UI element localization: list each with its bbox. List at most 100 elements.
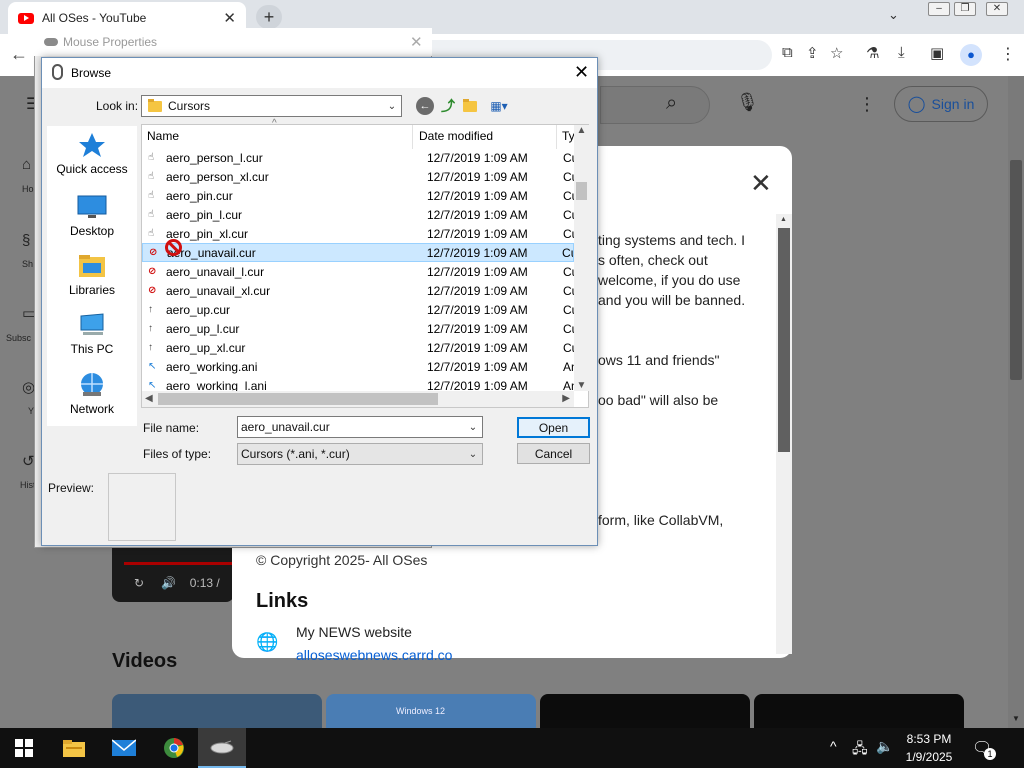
- file-row[interactable]: ↑ aero_up.cur 12/7/2019 1:09 AM Cu: [142, 300, 574, 319]
- places-item-desktop[interactable]: Desktop: [47, 194, 137, 238]
- modal-scrollbar-thumb[interactable]: [778, 228, 790, 452]
- scroll-up-icon[interactable]: ▲: [574, 125, 589, 136]
- sidepanel-icon[interactable]: ▣: [930, 44, 944, 62]
- scroll-left-icon[interactable]: ◀: [145, 393, 153, 404]
- column-header-name[interactable]: Name: [147, 129, 179, 143]
- taskbar-chrome[interactable]: [150, 728, 198, 768]
- link-url[interactable]: alloseswebnews.carrd.co: [296, 647, 452, 663]
- vertical-scrollbar-thumb[interactable]: [576, 182, 587, 200]
- column-header-date-modified[interactable]: Date modified: [419, 129, 493, 143]
- file-type: Cu: [562, 245, 573, 260]
- file-row[interactable]: ☝ aero_person_l.cur 12/7/2019 1:09 AM Cu: [142, 148, 574, 167]
- scroll-right-icon[interactable]: ▶: [562, 393, 570, 404]
- places-item-network[interactable]: Network: [47, 372, 137, 416]
- column-header-type[interactable]: Ty: [562, 129, 574, 143]
- file-type: Cu: [563, 150, 574, 165]
- file-row[interactable]: ⊘ aero_unavail_xl.cur 12/7/2019 1:09 AM Cu: [142, 281, 574, 300]
- column-divider[interactable]: [556, 125, 557, 149]
- page-scroll-down-icon[interactable]: ▼: [1012, 714, 1020, 723]
- file-row[interactable]: ↑ aero_up_l.cur 12/7/2019 1:09 AM Cu: [142, 319, 574, 338]
- modal-description-line: ting systems and tech. I: [598, 232, 746, 248]
- taskbar-mail[interactable]: [100, 728, 148, 768]
- volume-icon[interactable]: 🔊: [161, 576, 176, 590]
- back-arrow-icon[interactable]: ←: [416, 97, 434, 115]
- minimize-button[interactable]: –: [928, 2, 950, 16]
- cast-icon[interactable]: ⧉: [782, 44, 793, 61]
- places-item-libraries[interactable]: Libraries: [47, 253, 137, 297]
- browse-dialog-titlebar[interactable]: [42, 58, 597, 88]
- file-name: aero_up_l.cur: [166, 321, 240, 336]
- video-progress-bar[interactable]: [124, 562, 232, 565]
- taskbar-date[interactable]: 1/9/2025: [904, 750, 954, 764]
- tab-close-icon[interactable]: ✕: [223, 9, 236, 27]
- bookmark-star-icon[interactable]: ☆: [830, 44, 843, 62]
- start-button[interactable]: [0, 728, 48, 768]
- tab-search-chevron-icon[interactable]: ⌄: [888, 7, 899, 23]
- file-list-vertical-scrollbar[interactable]: ▲ ▼: [574, 125, 589, 391]
- places-item-label: Desktop: [69, 224, 115, 238]
- file-type: An: [563, 359, 574, 374]
- video-thumbnail[interactable]: [754, 694, 964, 728]
- chevron-down-icon[interactable]: ⌄: [383, 101, 401, 112]
- open-button[interactable]: Open: [517, 417, 590, 438]
- mouse-properties-close-icon[interactable]: ✕: [410, 33, 423, 51]
- window-close-button[interactable]: ✕: [986, 2, 1008, 16]
- file-row[interactable]: ☝ aero_pin_l.cur 12/7/2019 1:09 AM Cu: [142, 205, 574, 224]
- horizontal-scrollbar-thumb[interactable]: [158, 393, 438, 405]
- look-in-dropdown[interactable]: Cursors ⌄: [141, 95, 402, 117]
- cancel-button[interactable]: Cancel: [517, 443, 590, 464]
- files-of-type-dropdown[interactable]: Cursors (*.ani, *.cur) ⌄: [237, 443, 483, 465]
- video-thumbnail[interactable]: Windows 12: [326, 694, 536, 728]
- column-divider[interactable]: [412, 125, 413, 149]
- taskbar-file-explorer[interactable]: [50, 728, 98, 768]
- modal-close-icon[interactable]: ✕: [750, 168, 772, 199]
- file-row[interactable]: ⊘ aero_unavail_l.cur 12/7/2019 1:09 AM Cu: [142, 262, 574, 281]
- profile-icon[interactable]: ●: [960, 44, 982, 66]
- file-row[interactable]: ↖ aero_working.ani 12/7/2019 1:09 AM An: [142, 357, 574, 376]
- chevron-down-icon[interactable]: ⌄: [464, 422, 482, 433]
- places-item-quick-access[interactable]: Quick access: [47, 132, 137, 176]
- files-of-type-value: Cursors (*.ani, *.cur): [241, 447, 350, 461]
- labs-icon[interactable]: ⚗: [866, 44, 879, 62]
- file-row[interactable]: ☝ aero_pin.cur 12/7/2019 1:09 AM Cu: [142, 186, 574, 205]
- scroll-down-icon[interactable]: ▼: [574, 380, 589, 391]
- back-icon[interactable]: ←: [10, 44, 28, 65]
- hand-person-icon: ☝: [148, 171, 155, 182]
- file-type: An: [563, 378, 574, 392]
- video-thumbnail[interactable]: [540, 694, 750, 728]
- browser-menu-icon[interactable]: ⋮: [1000, 44, 1016, 64]
- places-item-this-pc[interactable]: This PC: [47, 312, 137, 356]
- search-icon[interactable]: ⌕: [666, 92, 677, 115]
- up-one-level-icon[interactable]: ⤴: [440, 98, 456, 114]
- youtube-search-bar[interactable]: [600, 86, 710, 124]
- browse-dialog-close-icon[interactable]: ✕: [574, 62, 589, 83]
- view-menu-icon[interactable]: ▦▾: [486, 98, 512, 114]
- network-tray-icon[interactable]: 🖧: [852, 738, 868, 762]
- file-row[interactable]: ☝ aero_pin_xl.cur 12/7/2019 1:09 AM Cu: [142, 224, 574, 243]
- file-row-selected[interactable]: ⊘ aero_unavail.cur 12/7/2019 1:09 AM Cu: [142, 243, 574, 262]
- new-tab-button[interactable]: +: [256, 5, 282, 29]
- page-scrollbar-thumb[interactable]: [1010, 160, 1022, 380]
- file-row[interactable]: ☝ aero_person_xl.cur 12/7/2019 1:09 AM Cu: [142, 167, 574, 186]
- share-icon[interactable]: ⇪: [806, 44, 819, 62]
- youtube-settings-dots-icon[interactable]: ⋮: [858, 94, 876, 115]
- shorts-icon[interactable]: §: [22, 232, 30, 249]
- file-row[interactable]: ↑ aero_up_xl.cur 12/7/2019 1:09 AM Cu: [142, 338, 574, 357]
- replay-icon[interactable]: ↻: [134, 576, 144, 590]
- download-icon[interactable]: ⤓: [898, 44, 905, 61]
- volume-tray-icon[interactable]: 🔈: [876, 738, 893, 755]
- history-icon[interactable]: ↺: [22, 452, 35, 470]
- file-row[interactable]: ↖ aero_working_l.ani 12/7/2019 1:09 AM An: [142, 376, 574, 392]
- taskbar-mouse-properties[interactable]: [198, 728, 246, 768]
- new-folder-icon[interactable]: [462, 98, 478, 114]
- microphone-icon[interactable]: 🎙: [736, 92, 759, 113]
- modal-scroll-up-icon[interactable]: ▲: [780, 216, 787, 223]
- taskbar-time[interactable]: 8:53 PM: [906, 732, 952, 746]
- home-icon[interactable]: ⌂: [22, 156, 31, 173]
- file-name-input[interactable]: aero_unavail.cur ⌄: [237, 416, 483, 438]
- show-hidden-icons-chevron-icon[interactable]: ^: [830, 738, 837, 754]
- chevron-down-icon[interactable]: ⌄: [464, 449, 482, 460]
- restore-button[interactable]: ❐: [954, 2, 976, 16]
- video-thumbnail[interactable]: [112, 694, 322, 728]
- sign-in-button[interactable]: ◯ Sign in: [894, 86, 988, 122]
